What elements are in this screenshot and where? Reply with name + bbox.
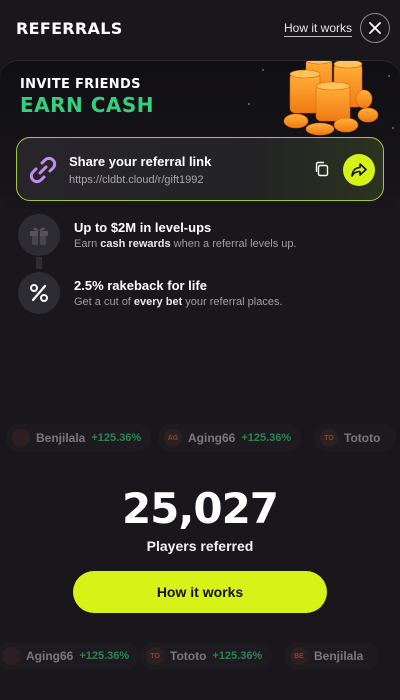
referral-url[interactable]: https://cldbt.cloud/r/gift1992: [69, 174, 204, 186]
players-referred-count: 25,027: [121, 484, 279, 533]
ticker-percent: +125.36%: [241, 432, 292, 444]
ticker-chip: Aging66 +125.36%: [0, 642, 140, 670]
perk-level-ups: Up to $2M in level-ups Earn cash rewards…: [18, 214, 388, 258]
ticker-username: Aging66: [188, 431, 236, 445]
perk-title: Up to $2M in level-ups: [74, 220, 212, 235]
perk-rakeback: 2.5% rakeback for life Get a cut of ever…: [18, 272, 388, 316]
gift-icon: [30, 227, 48, 245]
ticker-percent: +125.36%: [79, 650, 130, 662]
avatar: BE: [290, 647, 308, 665]
avatar: [12, 429, 30, 447]
ticker-chip: AG Aging66 +125.36%: [158, 424, 302, 452]
close-button[interactable]: [360, 13, 390, 43]
ticker-chip: TO Tototo +125.36%: [140, 642, 273, 670]
share-button[interactable]: [343, 154, 375, 186]
share-title: Share your referral link: [69, 154, 212, 169]
how-it-works-link[interactable]: How it works: [284, 21, 353, 37]
perk-description: Earn cash rewards when a referral levels…: [74, 238, 297, 250]
banner-invite-text: INVITE FRIENDS: [20, 77, 141, 92]
ticker-username: Benjilala: [36, 431, 86, 445]
share-referral-card: Share your referral link https://cldbt.c…: [16, 137, 384, 201]
avatar: TO: [146, 647, 164, 665]
referral-ticker-bottom: Aging66 +125.36% TO Tototo +125.36% BE B…: [0, 642, 400, 672]
share-arrow-icon: [351, 163, 367, 177]
avatar: AG: [164, 429, 182, 447]
banner-earn-text: EARN CASH: [20, 93, 155, 117]
percent-icon: [30, 284, 48, 302]
perk-connector: [36, 257, 42, 269]
perk-icon-circle: [18, 214, 60, 256]
copy-icon[interactable]: [313, 160, 331, 178]
perk-description: Get a cut of every bet your referral pla…: [74, 296, 283, 308]
ticker-username: Tototo: [170, 649, 207, 663]
ticker-username: Tototo: [344, 431, 381, 445]
perk-icon-circle: [18, 272, 60, 314]
ticker-percent: +125.36%: [91, 432, 142, 444]
ticker-chip: Benjilala +125.36%: [6, 424, 152, 452]
ticker-chip: BE Benjilala: [284, 642, 380, 670]
ticker-chip: TO Tototo: [314, 424, 397, 452]
avatar: TO: [320, 429, 338, 447]
link-icon: [29, 156, 57, 184]
players-referred-label: Players referred: [146, 538, 254, 554]
ticker-username: Benjilala: [314, 649, 364, 663]
referral-ticker-top: Benjilala +125.36% AG Aging66 +125.36% T…: [0, 424, 400, 454]
page-title: REFERRALS: [16, 19, 123, 38]
avatar: [2, 647, 20, 665]
perk-title: 2.5% rakeback for life: [74, 278, 207, 293]
coin-stacks-illustration: [283, 61, 379, 136]
how-it-works-button[interactable]: How it works: [73, 571, 327, 613]
ticker-username: Aging66: [26, 649, 74, 663]
header: REFERRALS How it works: [0, 0, 400, 58]
close-icon: [369, 22, 381, 34]
ticker-percent: +125.36%: [212, 650, 263, 662]
